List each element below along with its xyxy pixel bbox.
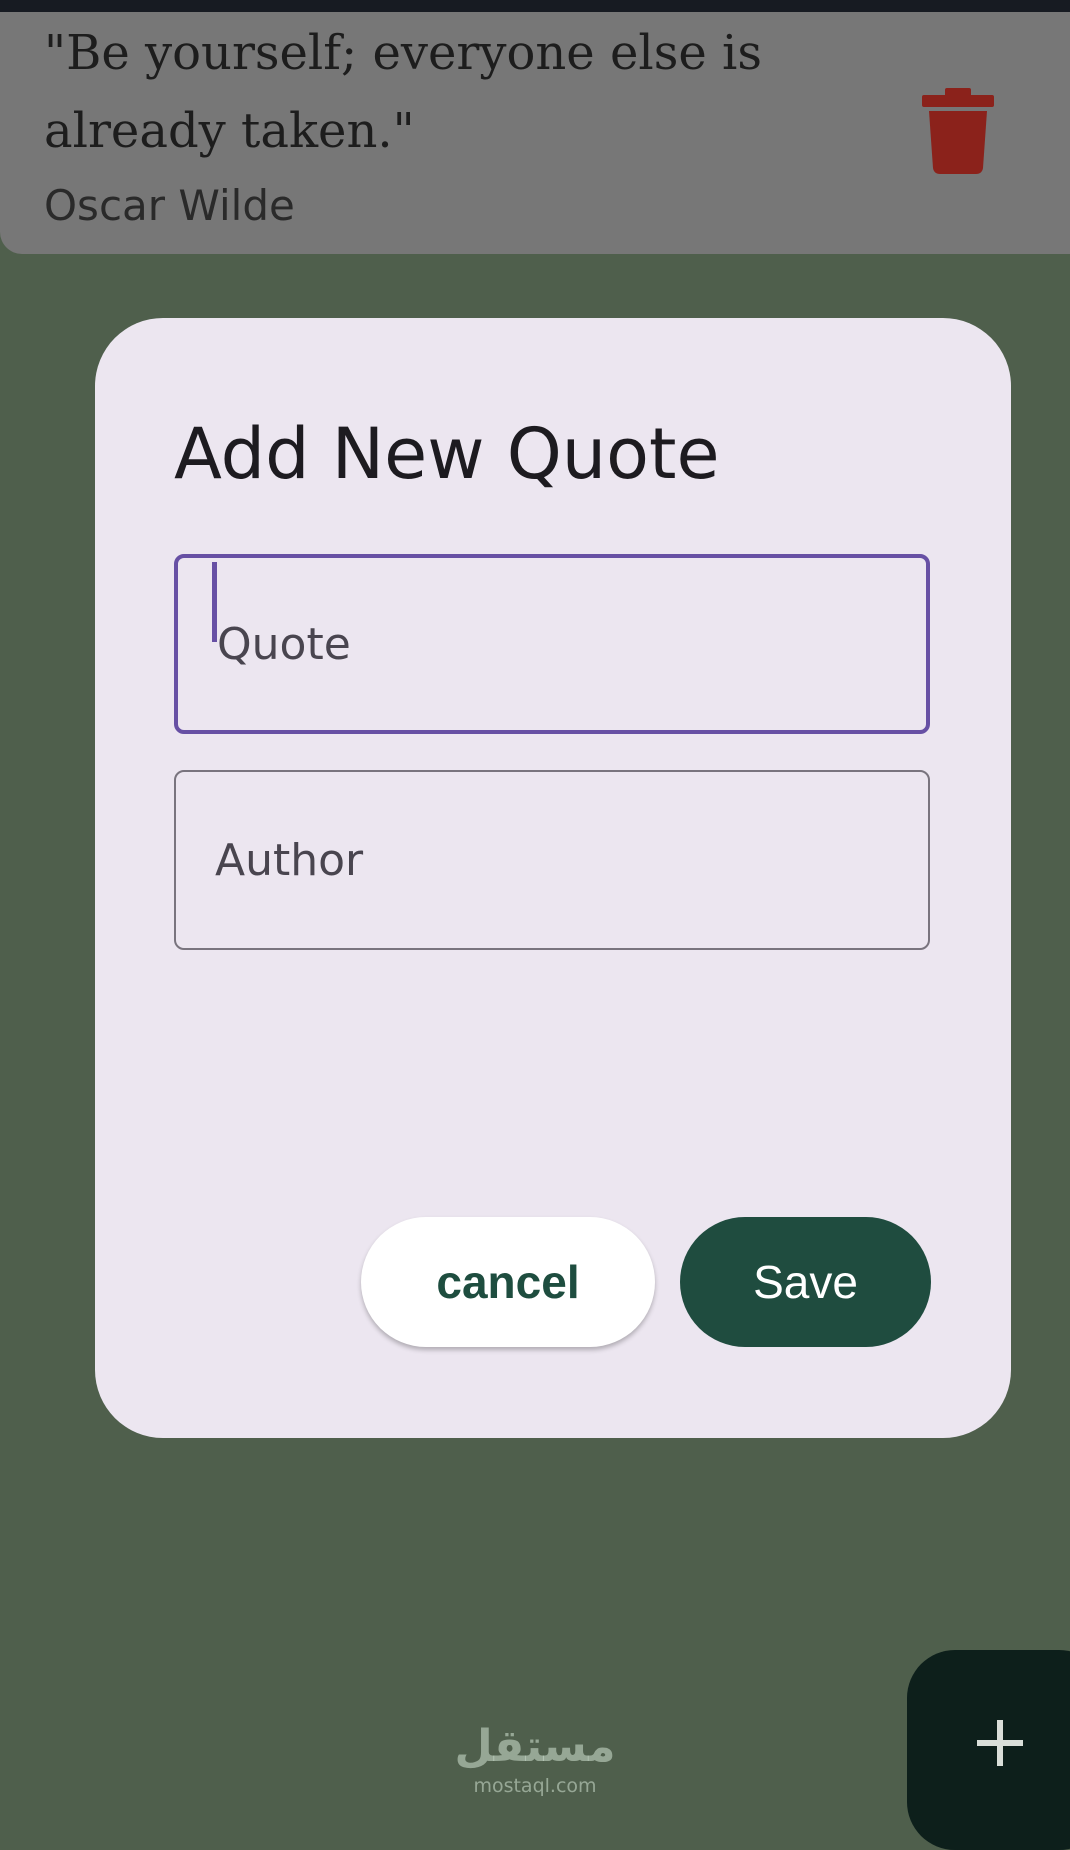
quote-author: Oscar Wilde: [44, 181, 295, 230]
quote-input[interactable]: [174, 554, 930, 734]
watermark-arabic: مستقل: [454, 1721, 616, 1772]
watermark-latin: mostaql.com: [473, 1775, 597, 1797]
plus-icon: [977, 1720, 1023, 1766]
delete-quote-button[interactable]: [920, 86, 996, 176]
quote-text: "Be yourself; everyone else is already t…: [44, 25, 762, 159]
add-quote-fab[interactable]: [907, 1650, 1070, 1850]
author-input[interactable]: [174, 770, 930, 950]
trash-icon: [922, 88, 994, 174]
cancel-button[interactable]: cancel: [361, 1217, 655, 1347]
watermark-logo: مستقل mostaql.com: [440, 1720, 630, 1798]
dialog-title: Add New Quote: [174, 413, 720, 495]
text-cursor: [212, 562, 217, 642]
status-bar: [0, 0, 1070, 12]
quote-card: "Be yourself; everyone else is already t…: [0, 12, 1070, 254]
add-quote-dialog: Add New Quote cancel Save: [95, 318, 1011, 1438]
save-button[interactable]: Save: [680, 1217, 931, 1347]
